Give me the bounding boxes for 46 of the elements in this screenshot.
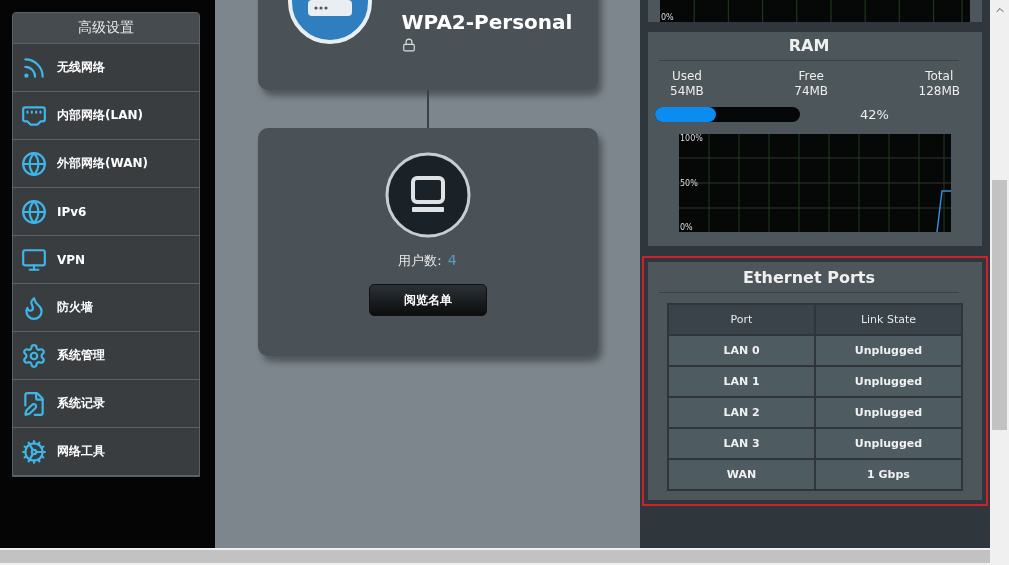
table-cell: WAN: [668, 459, 815, 490]
sidebar-item[interactable]: IPv6: [13, 188, 199, 236]
table-cell: Unplugged: [815, 428, 962, 459]
lock-icon: [401, 38, 416, 52]
horizontal-scrollbar[interactable]: [0, 548, 1009, 565]
gear-icon: [21, 438, 47, 465]
table-cell: Unplugged: [815, 335, 962, 366]
column-header: Port: [668, 304, 815, 335]
table-cell: Unplugged: [815, 366, 962, 397]
monitor-icon: [21, 246, 47, 273]
column-header: Link State: [815, 304, 962, 335]
ram-stat: Used 54MB: [670, 69, 704, 99]
panel-title: RAM: [659, 36, 959, 61]
view-list-button[interactable]: 阅览名单: [368, 284, 487, 316]
table-cell: Unplugged: [815, 397, 962, 428]
sidebar-item[interactable]: VPN: [13, 236, 199, 284]
table-cell: LAN 2: [668, 397, 815, 428]
table-cell: LAN 0: [668, 335, 815, 366]
graph-axis-label: 0%: [679, 223, 694, 232]
sidebar-item[interactable]: 无线网络: [13, 44, 199, 92]
sidebar-item[interactable]: 系统记录: [13, 380, 199, 428]
sidebar-item[interactable]: 网络工具: [13, 428, 199, 476]
table-cell: 1 Gbps: [815, 459, 962, 490]
ram-stat: Free 74MB: [794, 69, 829, 99]
graph-axis-label: 100%: [679, 134, 704, 143]
globe-icon: [21, 150, 47, 177]
clients-label: 用户数:: [398, 252, 442, 270]
table-cell: LAN 3: [668, 428, 815, 459]
sidebar-item[interactable]: 防火墙: [13, 284, 199, 332]
sidebar-title: 高级设置: [13, 13, 199, 44]
panel-title: Ethernet Ports: [659, 268, 959, 293]
ram-stat: Total 128MB: [918, 69, 960, 99]
computer-icon[interactable]: [384, 152, 471, 238]
sidebar-item[interactable]: 系统管理: [13, 332, 199, 380]
sidebar-item[interactable]: 内部网络(LAN): [13, 92, 199, 140]
graph-axis-label: 0%: [660, 13, 675, 22]
ram-percent: 42%: [860, 107, 889, 122]
vertical-scrollbar[interactable]: [990, 0, 1009, 548]
graph-axis-label: 50%: [679, 178, 699, 188]
clients-count: 4: [447, 252, 457, 270]
security-mode: WPA2-Personal: [401, 10, 573, 34]
table-cell: LAN 1: [668, 366, 815, 397]
sidebar-item[interactable]: 外部网络(WAN): [13, 140, 199, 188]
globe-icon: [21, 198, 47, 225]
document-edit-icon: [21, 390, 47, 417]
gear-icon: [21, 342, 47, 369]
